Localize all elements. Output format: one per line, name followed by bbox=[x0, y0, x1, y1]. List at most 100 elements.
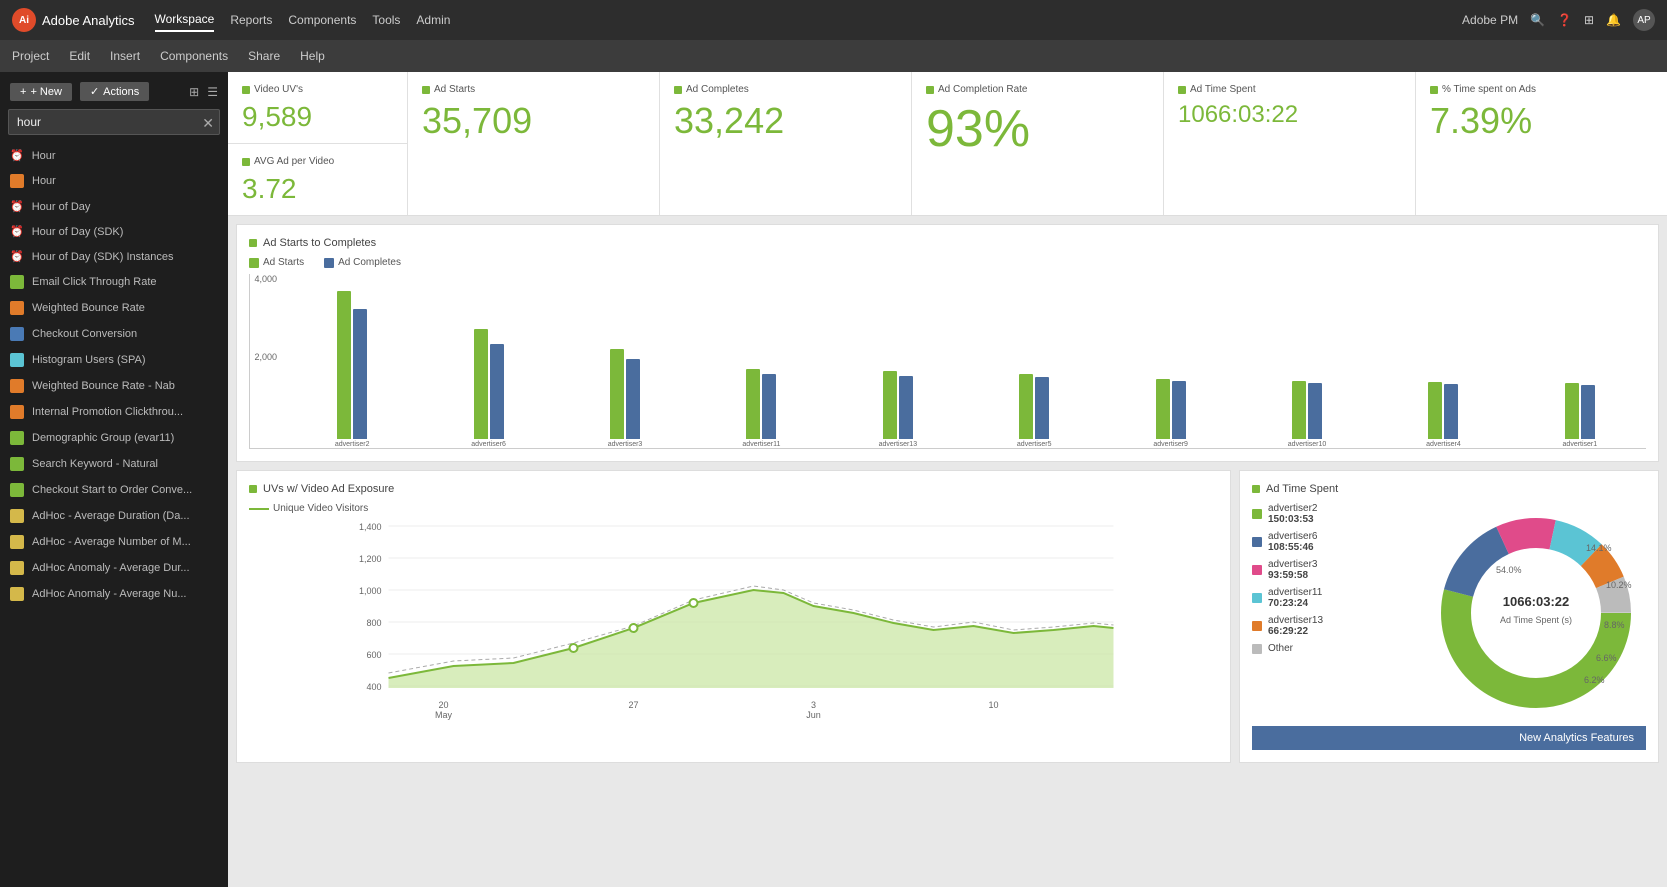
data-point bbox=[690, 599, 698, 607]
menu-project[interactable]: Project bbox=[12, 49, 49, 63]
top-nav: Ai Adobe Analytics Workspace Reports Com… bbox=[0, 0, 1667, 40]
menu-edit[interactable]: Edit bbox=[69, 49, 90, 63]
sidebar-item-weighted-bounce-nab[interactable]: Weighted Bounce Rate - Nab bbox=[0, 373, 228, 399]
bar-group-bars bbox=[610, 284, 640, 439]
sidebar-item-hour-of-day[interactable]: ⏰ Hour of Day bbox=[0, 194, 228, 219]
sidebar-item-adhoc-anomaly-dur[interactable]: AdHoc Anomaly - Average Dur... bbox=[0, 555, 228, 581]
kpi-video-uvs: Video UV's 9,589 bbox=[228, 72, 407, 144]
bar-starts bbox=[1428, 382, 1442, 439]
sidebar-item-internal-promo[interactable]: Internal Promotion Clickthrou... bbox=[0, 399, 228, 425]
bar-starts bbox=[746, 369, 760, 439]
sidebar-item-histogram-users[interactable]: Histogram Users (SPA) bbox=[0, 347, 228, 373]
panel-icon[interactable]: ⊞ bbox=[189, 85, 199, 99]
sidebar-item-weighted-bounce[interactable]: Weighted Bounce Rate bbox=[0, 295, 228, 321]
bar-group-advertiser11: advertiser11 bbox=[695, 284, 827, 448]
nav-components[interactable]: Components bbox=[288, 9, 356, 31]
sidebar-item-hour-1[interactable]: ⏰ Hour bbox=[0, 143, 228, 168]
legend-text: Other bbox=[1268, 643, 1293, 654]
bar-label: advertiser9 bbox=[1153, 441, 1188, 448]
bar-label: advertiser10 bbox=[1288, 441, 1327, 448]
search-icon[interactable]: 🔍 bbox=[1530, 13, 1545, 27]
legend-item-other: Other bbox=[1252, 643, 1414, 654]
legend-color-orange bbox=[1252, 621, 1262, 631]
help-icon[interactable]: ❓ bbox=[1557, 13, 1572, 27]
sidebar-item-adhoc-anomaly-nu[interactable]: AdHoc Anomaly - Average Nu... bbox=[0, 581, 228, 607]
sidebar-item-hour-2[interactable]: Hour bbox=[0, 168, 228, 194]
bar-completes bbox=[353, 309, 367, 439]
orange-metric-icon bbox=[10, 301, 24, 315]
sidebar-item-label: AdHoc - Average Number of M... bbox=[32, 536, 191, 548]
sidebar-item-label: Internal Promotion Clickthrou... bbox=[32, 406, 183, 418]
legend-green-dot bbox=[249, 258, 259, 268]
donut-wrap: advertiser2 150:03:53 advertiser6 108:55… bbox=[1252, 503, 1646, 726]
bar-label: advertiser13 bbox=[879, 441, 918, 448]
line-series-label: Unique Video Visitors bbox=[249, 503, 1218, 514]
donut-legend: advertiser2 150:03:53 advertiser6 108:55… bbox=[1252, 503, 1414, 660]
clear-search-icon[interactable]: ✕ bbox=[202, 115, 214, 132]
sidebar-item-email-ctr[interactable]: Email Click Through Rate bbox=[0, 269, 228, 295]
blue-metric-icon bbox=[10, 327, 24, 341]
legend-item-advertiser2: advertiser2 150:03:53 bbox=[1252, 503, 1414, 525]
sidebar-item-hour-of-day-sdk-instances[interactable]: ⏰ Hour of Day (SDK) Instances bbox=[0, 244, 228, 269]
donut-center-label: Ad Time Spent (s) bbox=[1500, 615, 1572, 625]
avatar[interactable]: AP bbox=[1633, 9, 1655, 31]
menu-help[interactable]: Help bbox=[300, 49, 325, 63]
sidebar-item-search-keyword[interactable]: Search Keyword - Natural bbox=[0, 451, 228, 477]
sidebar-item-label: Search Keyword - Natural bbox=[32, 458, 158, 470]
nav-admin[interactable]: Admin bbox=[416, 9, 450, 31]
bar-completes bbox=[1308, 383, 1322, 439]
kpi-time-spent-value: 1066:03:22 bbox=[1178, 103, 1401, 127]
nav-tools[interactable]: Tools bbox=[372, 9, 400, 31]
bar-group-advertiser1: advertiser1 bbox=[1514, 284, 1646, 448]
new-features-bar[interactable]: New Analytics Features bbox=[1252, 726, 1646, 750]
pct-label-66: 6.6% bbox=[1596, 653, 1617, 663]
bell-icon[interactable]: 🔔 bbox=[1606, 13, 1621, 27]
bar-group-advertiser2: advertiser2 bbox=[286, 284, 418, 448]
legend-color-gray bbox=[1252, 644, 1262, 654]
sidebar-item-adhoc-dur[interactable]: AdHoc - Average Duration (Da... bbox=[0, 503, 228, 529]
legend-blue-dot bbox=[324, 258, 334, 268]
legend-item-advertiser11: advertiser11 70:23:24 bbox=[1252, 587, 1414, 609]
search-input[interactable] bbox=[8, 109, 220, 135]
pct-label-88: 8.8% bbox=[1604, 620, 1625, 630]
list-icon[interactable]: ☰ bbox=[207, 85, 218, 99]
svg-text:400: 400 bbox=[366, 682, 381, 692]
kpi-avg-ad-value: 3.72 bbox=[242, 175, 393, 203]
grid-icon[interactable]: ⊞ bbox=[1584, 13, 1594, 27]
kpi-dot-4 bbox=[674, 86, 682, 94]
bar-label: advertiser6 bbox=[471, 441, 506, 448]
donut-chart-dot bbox=[1252, 485, 1260, 493]
donut-chart-section: Ad Time Spent advertiser2 150:03:53 bbox=[1239, 470, 1659, 763]
sidebar-item-demographic[interactable]: Demographic Group (evar11) bbox=[0, 425, 228, 451]
sidebar-item-label: Hour of Day (SDK) Instances bbox=[32, 251, 174, 263]
bar-starts bbox=[1565, 383, 1579, 439]
menu-insert[interactable]: Insert bbox=[110, 49, 140, 63]
kpi-video-uvs-value: 9,589 bbox=[242, 103, 393, 131]
new-button[interactable]: + + New bbox=[10, 83, 72, 101]
legend-text: advertiser3 93:59:58 bbox=[1268, 559, 1317, 581]
legend-color-green bbox=[1252, 509, 1262, 519]
svg-text:20: 20 bbox=[438, 700, 448, 710]
line-chart-container: 1,400 1,200 1,000 800 600 400 bbox=[249, 518, 1218, 713]
menu-components[interactable]: Components bbox=[160, 49, 228, 63]
second-nav: Project Edit Insert Components Share Hel… bbox=[0, 40, 1667, 72]
sidebar-item-hour-of-day-sdk[interactable]: ⏰ Hour of Day (SDK) bbox=[0, 219, 228, 244]
nav-workspace[interactable]: Workspace bbox=[155, 8, 215, 32]
bar-label: advertiser2 bbox=[335, 441, 370, 448]
yellow-metric-icon bbox=[10, 509, 24, 523]
kpi-time-spent-label: Ad Time Spent bbox=[1178, 84, 1401, 95]
actions-button[interactable]: ✓ Actions bbox=[80, 82, 149, 101]
nav-reports[interactable]: Reports bbox=[230, 9, 272, 31]
sidebar-item-adhoc-number[interactable]: AdHoc - Average Number of M... bbox=[0, 529, 228, 555]
donut-svg: 1066:03:22 Ad Time Spent (s) 54.0% 14.1%… bbox=[1426, 503, 1646, 723]
legend-item-advertiser3: advertiser3 93:59:58 bbox=[1252, 559, 1414, 581]
menu-share[interactable]: Share bbox=[248, 49, 280, 63]
line-chart-svg: 1,400 1,200 1,000 800 600 400 bbox=[249, 518, 1218, 713]
sidebar-item-checkout-start[interactable]: Checkout Start to Order Conve... bbox=[0, 477, 228, 503]
legend-text: advertiser2 150:03:53 bbox=[1268, 503, 1317, 525]
sidebar-item-label: AdHoc Anomaly - Average Nu... bbox=[32, 588, 187, 600]
sidebar-item-checkout-conversion[interactable]: Checkout Conversion bbox=[0, 321, 228, 347]
kpi-dot-7 bbox=[1430, 86, 1438, 94]
kpi-completion-rate: Ad Completion Rate 93% bbox=[912, 72, 1164, 215]
kpi-pct-time-label: % Time spent on Ads bbox=[1430, 84, 1653, 95]
